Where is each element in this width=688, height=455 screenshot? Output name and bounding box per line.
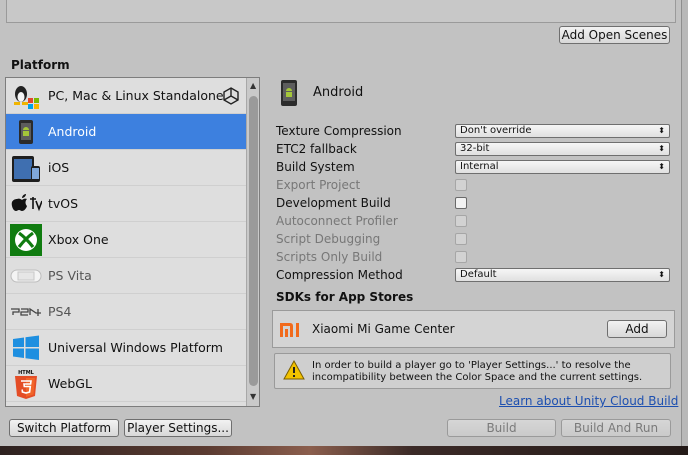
platform-item-uwp[interactable]: Universal Windows Platform bbox=[6, 330, 246, 366]
switch-platform-button[interactable]: Switch Platform bbox=[9, 419, 119, 437]
psvita-icon bbox=[10, 260, 42, 292]
html5-icon: HTML bbox=[10, 368, 42, 400]
scenes-in-build-panel bbox=[6, 0, 676, 23]
scroll-thumb[interactable] bbox=[249, 96, 258, 386]
build-warning-helpbox: In order to build a player go to 'Player… bbox=[274, 353, 671, 389]
platform-item-psvita[interactable]: PS Vita bbox=[6, 258, 246, 294]
platform-item-ps4[interactable]: PS4 bbox=[6, 294, 246, 330]
add-sdk-button[interactable]: Add bbox=[607, 320, 667, 338]
platform-label: tvOS bbox=[48, 196, 79, 211]
add-open-scenes-button[interactable]: Add Open Scenes bbox=[559, 26, 670, 44]
platform-label: PC, Mac & Linux Standalone bbox=[48, 88, 224, 103]
platform-list-scrollbar[interactable]: ▲ ▼ bbox=[246, 78, 259, 406]
ios-icon bbox=[10, 152, 42, 184]
standalone-icon bbox=[10, 80, 42, 112]
xiaomi-logo-icon bbox=[278, 320, 302, 343]
etc2-fallback-dropdown[interactable]: 32-bit ⬍ bbox=[455, 142, 670, 156]
script-debugging-label: Script Debugging bbox=[276, 232, 381, 246]
platform-label: WebGL bbox=[48, 376, 92, 391]
background-scene-strip bbox=[0, 446, 688, 455]
platform-item-tvos[interactable]: tvOS bbox=[6, 186, 246, 222]
build-and-run-button[interactable]: Build And Run bbox=[561, 419, 671, 437]
dropdown-arrows-icon: ⬍ bbox=[658, 126, 665, 135]
build-settings-window: Add Open Scenes Platform PC, Mac & Linux… bbox=[0, 0, 688, 446]
platform-label: Android bbox=[48, 124, 97, 139]
player-settings-button[interactable]: Player Settings... bbox=[124, 419, 232, 437]
ps4-icon bbox=[10, 296, 42, 328]
development-build-label: Development Build bbox=[276, 196, 391, 210]
scripts-only-build-label: Scripts Only Build bbox=[276, 250, 383, 264]
build-system-label: Build System bbox=[276, 160, 355, 174]
dropdown-arrows-icon: ⬍ bbox=[658, 270, 665, 279]
warning-line-2: incompatibility between the Color Space … bbox=[312, 372, 643, 383]
warning-icon bbox=[283, 359, 305, 383]
scripts-only-build-checkbox[interactable] bbox=[455, 251, 467, 263]
texture-compression-dropdown[interactable]: Don't override ⬍ bbox=[455, 124, 670, 138]
export-project-label: Export Project bbox=[276, 178, 361, 192]
sdks-heading: SDKs for App Stores bbox=[276, 290, 414, 304]
scroll-up-icon[interactable]: ▲ bbox=[250, 81, 256, 90]
sdk-store-row: Xiaomi Mi Game Center Add bbox=[272, 310, 675, 348]
platform-label: PS4 bbox=[48, 304, 72, 319]
platform-label: PS Vita bbox=[48, 268, 92, 283]
dropdown-arrows-icon: ⬍ bbox=[658, 144, 665, 153]
selected-platform-title: Android bbox=[313, 85, 364, 100]
script-debugging-checkbox[interactable] bbox=[455, 233, 467, 245]
autoconnect-profiler-label: Autoconnect Profiler bbox=[276, 214, 398, 228]
platform-list[interactable]: PC, Mac & Linux Standalone Android iOS t… bbox=[5, 77, 260, 407]
warning-line-1: In order to build a player go to 'Player… bbox=[312, 360, 631, 371]
platform-item-xbox[interactable]: Xbox One bbox=[6, 222, 246, 258]
platform-label: Universal Windows Platform bbox=[48, 340, 223, 355]
xbox-icon bbox=[10, 224, 42, 256]
dropdown-value: Internal bbox=[460, 161, 499, 172]
scroll-down-icon[interactable]: ▼ bbox=[250, 392, 256, 401]
dropdown-value: 32-bit bbox=[460, 143, 490, 154]
autoconnect-profiler-checkbox[interactable] bbox=[455, 215, 467, 227]
selected-platform-android-icon bbox=[278, 79, 300, 110]
android-icon bbox=[10, 116, 42, 148]
platform-label: iOS bbox=[48, 160, 70, 175]
svg-text:HTML: HTML bbox=[18, 370, 35, 376]
development-build-checkbox[interactable] bbox=[455, 197, 467, 209]
etc2-fallback-label: ETC2 fallback bbox=[276, 142, 357, 156]
platform-item-ios[interactable]: iOS bbox=[6, 150, 246, 186]
window-right-edge bbox=[681, 0, 688, 446]
platform-heading: Platform bbox=[11, 58, 70, 72]
build-system-dropdown[interactable]: Internal ⬍ bbox=[455, 160, 670, 174]
platform-item-android[interactable]: Android bbox=[6, 114, 246, 150]
build-button[interactable]: Build bbox=[447, 419, 556, 437]
platform-item-webgl[interactable]: HTML WebGL bbox=[6, 366, 246, 402]
cloud-build-link[interactable]: Learn about Unity Cloud Build bbox=[499, 394, 678, 408]
current-platform-unity-icon bbox=[222, 87, 240, 108]
compression-method-label: Compression Method bbox=[276, 268, 403, 282]
export-project-checkbox[interactable] bbox=[455, 179, 467, 191]
sdk-store-name: Xiaomi Mi Game Center bbox=[312, 322, 455, 336]
windows-icon bbox=[10, 332, 42, 364]
dropdown-value: Default bbox=[460, 269, 497, 280]
dropdown-value: Don't override bbox=[460, 125, 532, 136]
texture-compression-label: Texture Compression bbox=[276, 124, 402, 138]
platform-item-standalone[interactable]: PC, Mac & Linux Standalone bbox=[6, 78, 246, 114]
tvos-icon bbox=[10, 188, 43, 220]
compression-method-dropdown[interactable]: Default ⬍ bbox=[455, 268, 670, 282]
dropdown-arrows-icon: ⬍ bbox=[658, 162, 665, 171]
platform-label: Xbox One bbox=[48, 232, 109, 247]
